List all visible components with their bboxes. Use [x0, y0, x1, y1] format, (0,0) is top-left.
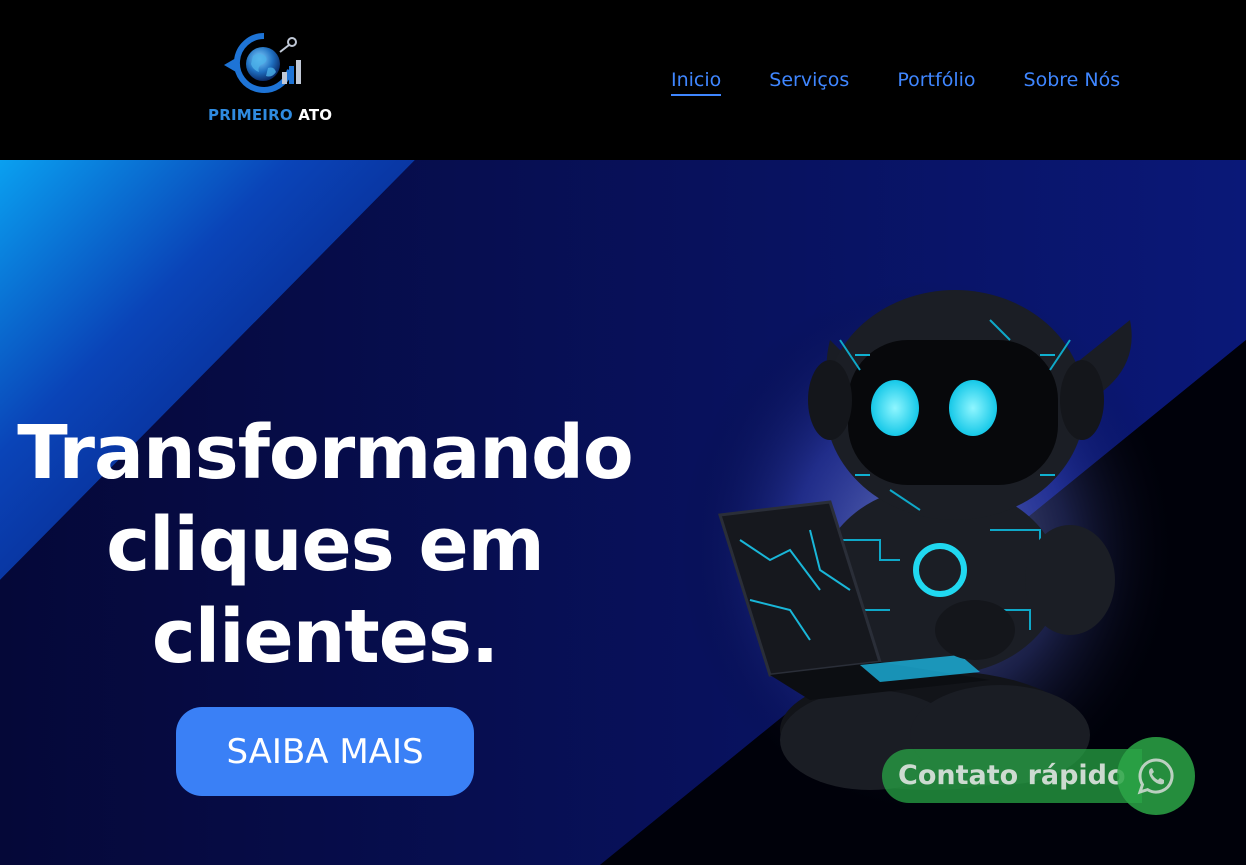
logo-text-primary: PRIMEIRO [208, 106, 293, 124]
nav-item-portfolio[interactable]: Portfólio [897, 66, 975, 96]
whatsapp-button[interactable] [1117, 737, 1195, 815]
hero-section: Transformando cliques em clientes. SAIBA… [0, 160, 1246, 865]
contato-rapido-label[interactable]: Contato rápido [882, 749, 1142, 803]
saiba-mais-button[interactable]: SAIBA MAIS [176, 707, 474, 796]
main-nav: Inicio Serviços Portfólio Sobre Nós [671, 66, 1120, 96]
logo-wordmark: PRIMEIRO ATO [208, 106, 332, 124]
globe-logo-icon [224, 32, 301, 93]
nav-item-sobre-nos[interactable]: Sobre Nós [1024, 66, 1121, 96]
headline-line-2: cliques em [106, 502, 545, 588]
whatsapp-icon [1137, 758, 1174, 795]
nav-item-inicio[interactable]: Inicio [671, 66, 722, 96]
headline-line-1: Transformando [17, 410, 634, 496]
logo[interactable]: PRIMEIRO ATO [200, 28, 340, 128]
site-header: PRIMEIRO ATO Inicio Serviços Portfólio S… [0, 0, 1246, 160]
hero-headline: Transformando cliques em clientes. [0, 407, 650, 683]
nav-item-servicos[interactable]: Serviços [769, 66, 849, 96]
logo-text-secondary: ATO [298, 106, 333, 124]
robot-illustration [718, 290, 1132, 790]
headline-line-3: clientes. [151, 594, 499, 680]
